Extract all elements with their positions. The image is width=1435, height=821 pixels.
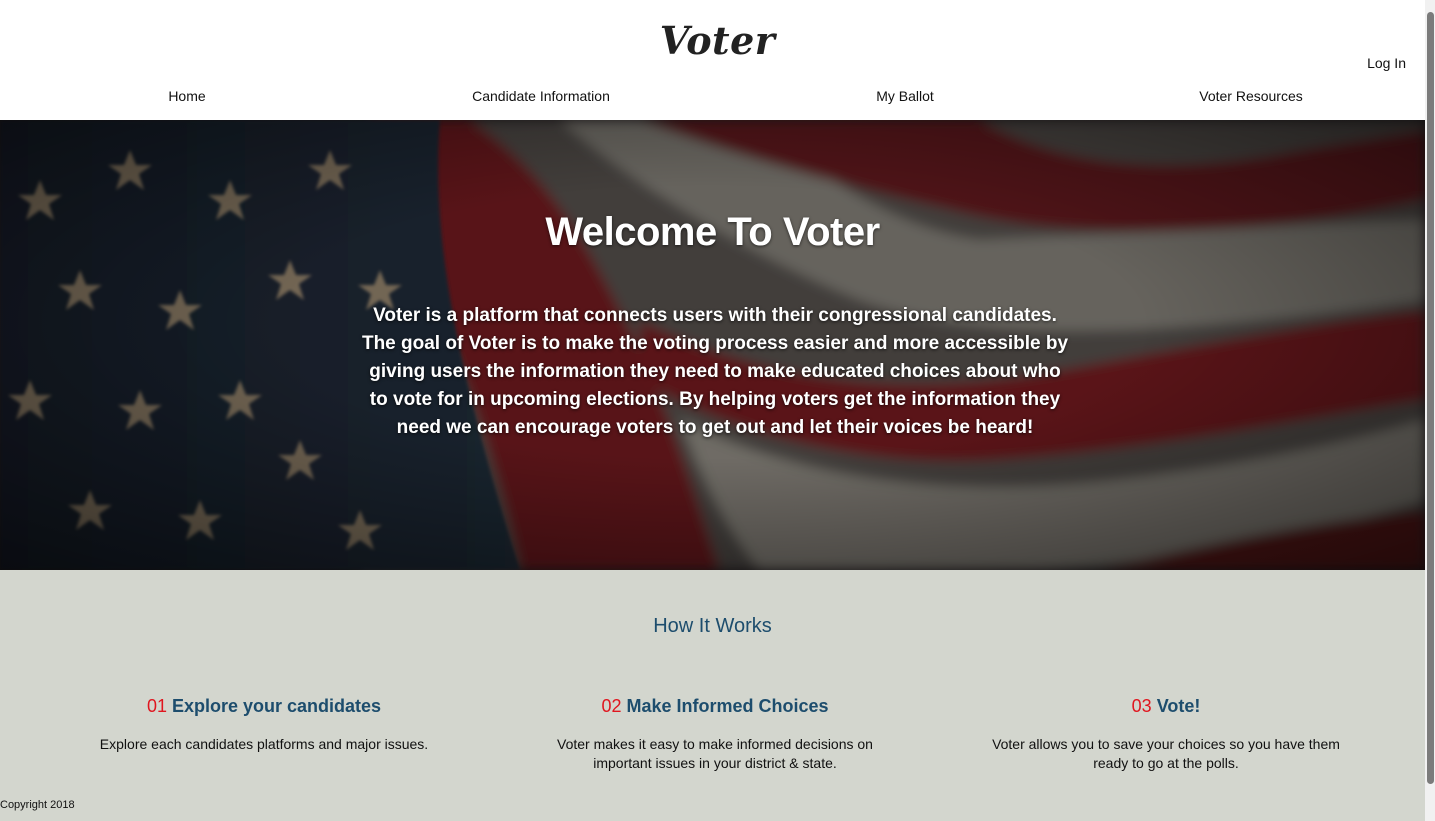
site-logo[interactable]: Voter	[0, 18, 1435, 63]
step-card: 01 Explore your candidates Explore each …	[84, 696, 444, 754]
step-description: Voter allows you to save your choices so…	[992, 736, 1340, 771]
step-number: 03	[1131, 696, 1152, 716]
step-heading: 03 Vote!	[986, 696, 1346, 717]
nav-voter-resources[interactable]: Voter Resources	[1199, 88, 1303, 104]
step-description: Explore each candidates platforms and ma…	[99, 736, 429, 752]
hero-section: Welcome To Voter Voter is a platform tha…	[0, 120, 1425, 570]
copyright-text: Copyright 2018	[0, 799, 75, 811]
page-scrollbar[interactable]	[1425, 0, 1435, 821]
how-it-works-section: How It Works 01 Explore your candidates …	[0, 570, 1425, 821]
nav-candidate-information[interactable]: Candidate Information	[472, 88, 610, 104]
step-title: Vote!	[1156, 696, 1201, 716]
step-title: Make Informed Choices	[626, 696, 829, 716]
hero-description: Voter is a platform that connects users …	[361, 305, 1069, 438]
scrollbar-thumb[interactable]	[1427, 12, 1434, 784]
step-card: 03 Vote! Voter allows you to save your c…	[986, 696, 1346, 773]
site-header: Voter Log In Home Candidate Information …	[0, 0, 1435, 120]
nav-my-ballot[interactable]: My Ballot	[876, 88, 934, 104]
nav-home[interactable]: Home	[168, 88, 205, 104]
step-heading: 01 Explore your candidates	[84, 696, 444, 717]
step-heading: 02 Make Informed Choices	[535, 696, 895, 717]
step-number: 01	[146, 696, 167, 716]
login-link[interactable]: Log In	[1367, 55, 1406, 71]
step-card: 02 Make Informed Choices Voter makes it …	[535, 696, 895, 773]
hero-title: Welcome To Voter	[545, 210, 880, 254]
step-number: 02	[601, 696, 622, 716]
step-description: Voter makes it easy to make informed dec…	[557, 736, 873, 771]
how-it-works-title: How It Works	[653, 615, 772, 637]
step-title: Explore your candidates	[171, 696, 382, 716]
